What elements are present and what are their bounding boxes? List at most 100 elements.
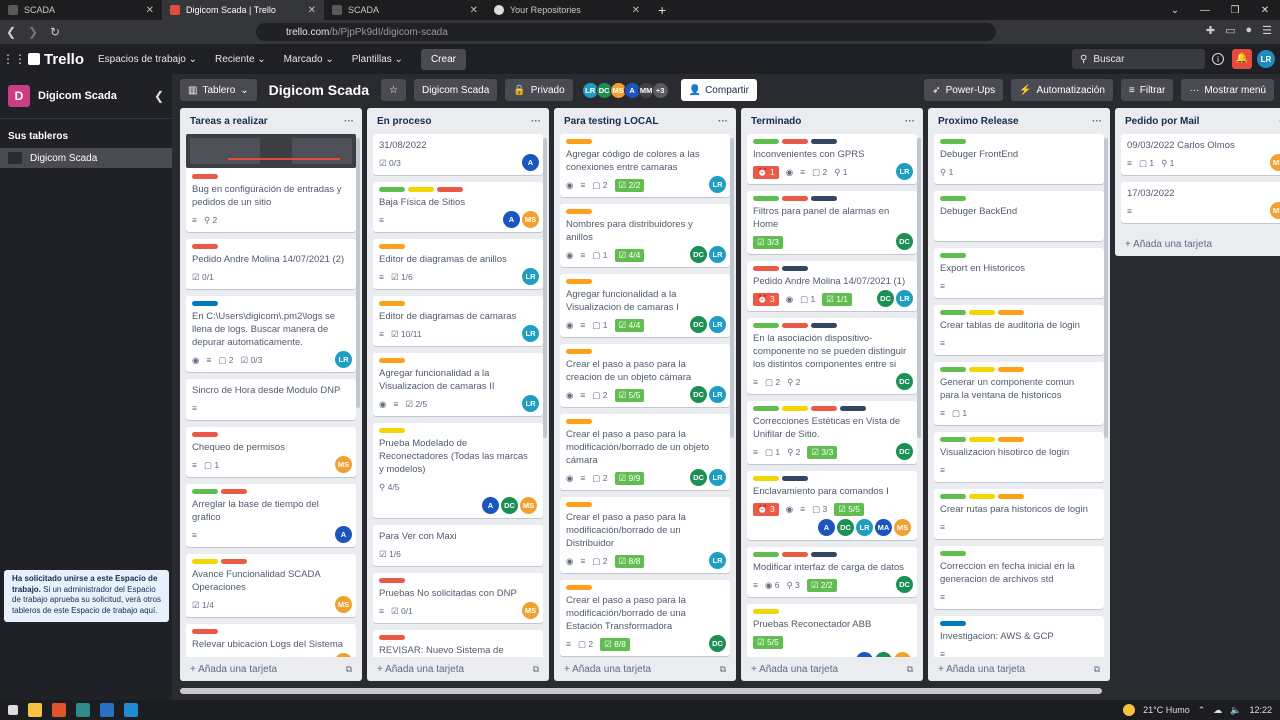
- member-avatar[interactable]: LR: [709, 552, 726, 569]
- list-scrollbar[interactable]: [1104, 138, 1108, 438]
- card-label[interactable]: [192, 489, 218, 494]
- add-card-button[interactable]: + Añada una tarjeta⧉: [1115, 232, 1280, 256]
- list-menu-icon[interactable]: ···: [1092, 116, 1102, 127]
- member-avatar[interactable]: DC: [877, 290, 894, 307]
- card[interactable]: Sincro de Hora desde Modulo DNP ≡: [186, 379, 356, 420]
- card-label[interactable]: [940, 139, 966, 144]
- card-template-icon[interactable]: ⧉: [346, 664, 352, 675]
- workspace-name[interactable]: Digicom Scada: [38, 90, 146, 102]
- card-template-icon[interactable]: ⧉: [1094, 664, 1100, 675]
- maximize-icon[interactable]: ❐: [1220, 0, 1250, 20]
- member-avatar[interactable]: MS: [522, 602, 539, 619]
- member-avatar[interactable]: MS: [1270, 154, 1280, 171]
- app-icon[interactable]: [76, 703, 90, 717]
- card-label[interactable]: [566, 279, 592, 284]
- member-avatar[interactable]: LR: [522, 325, 539, 342]
- card-label[interactable]: [969, 310, 995, 315]
- member-avatar[interactable]: LR: [709, 176, 726, 193]
- member-avatar[interactable]: LR: [335, 351, 352, 368]
- vscode-icon[interactable]: [124, 703, 138, 717]
- card-label[interactable]: [379, 635, 405, 640]
- card[interactable]: Prueba Modelado de Reconectadores (Todas…: [373, 423, 543, 518]
- card[interactable]: Inconvenientes con GPRS ⏰ 1 ◉ ≡ ▢ 2 ⚲ 1 LR: [747, 134, 917, 184]
- board-title[interactable]: Digicom Scada: [265, 82, 373, 98]
- create-button[interactable]: Crear: [420, 48, 466, 70]
- more-members-badge[interactable]: +3: [651, 81, 669, 99]
- member-avatar[interactable]: MS: [894, 519, 911, 536]
- card-label[interactable]: [940, 437, 966, 442]
- browser-tab[interactable]: SCADA ✕: [324, 0, 486, 20]
- card-label[interactable]: [379, 244, 405, 249]
- card[interactable]: Baja Física de Sitios ≡ A MS: [373, 182, 543, 232]
- card[interactable]: Relevar ubicacion Logs del Sistema ☑ 4/6 M…: [186, 624, 356, 657]
- member-avatar[interactable]: DC: [896, 373, 913, 390]
- card-template-icon[interactable]: ⧉: [907, 664, 913, 675]
- volume-icon[interactable]: 🔈: [1230, 705, 1241, 716]
- member-avatar[interactable]: LR: [709, 316, 726, 333]
- card[interactable]: Correccion en fecha inicial en la genera…: [934, 546, 1104, 609]
- browser-tab[interactable]: SCADA ✕: [0, 0, 162, 20]
- card[interactable]: Correcciones Estéticas en Vista de Unifi…: [747, 401, 917, 464]
- filter-button[interactable]: ≡ Filtrar: [1120, 79, 1174, 101]
- card-label[interactable]: [379, 428, 405, 433]
- user-avatar[interactable]: LR: [1257, 50, 1275, 68]
- member-avatar[interactable]: DC: [709, 635, 726, 652]
- sidebar-toggle-icon[interactable]: ▭: [1225, 24, 1235, 37]
- card-label[interactable]: [782, 266, 808, 271]
- card[interactable]: Enclavamiento para comandos I ⏰ 3 ◉ ≡ ▢ 3 ☑ 5…: [747, 471, 917, 540]
- powerups-button[interactable]: ➶ Power-Ups: [924, 79, 1004, 101]
- card[interactable]: Agregar funcionalidad a la Visualizacion…: [373, 353, 543, 416]
- automation-button[interactable]: ⚡ Automatización: [1011, 79, 1113, 101]
- card-label[interactable]: [192, 244, 218, 249]
- card[interactable]: Editor de diagramas de anillos ≡ ☑ 1/6 LR: [373, 239, 543, 289]
- minimize-icon[interactable]: —: [1190, 0, 1220, 20]
- brave-browser-icon[interactable]: [52, 703, 66, 717]
- show-menu-button[interactable]: ··· Mostrar menú: [1181, 79, 1274, 101]
- card-label[interactable]: [379, 187, 405, 192]
- member-avatar[interactable]: DC: [896, 443, 913, 460]
- member-avatar[interactable]: MA: [875, 519, 892, 536]
- list-header[interactable]: Para testing LOCAL ···: [554, 108, 736, 134]
- card-label[interactable]: [408, 187, 434, 192]
- card-label[interactable]: [811, 323, 837, 328]
- member-avatar[interactable]: DC: [896, 576, 913, 593]
- extension-puzzle-icon[interactable]: ✚: [1206, 24, 1215, 37]
- card-label[interactable]: [811, 196, 837, 201]
- card-label[interactable]: [811, 552, 837, 557]
- card[interactable]: Crear rutas para historicos de login ≡: [934, 489, 1104, 539]
- card-label[interactable]: [753, 552, 779, 557]
- member-avatar[interactable]: A: [856, 652, 873, 657]
- card[interactable]: Agregar código de colores a las conexion…: [560, 134, 730, 197]
- card-label[interactable]: [969, 437, 995, 442]
- card[interactable]: Pedido Andre Molina 14/07/2021 (1) ⏰ 3 ◉ ▢ …: [747, 261, 917, 311]
- card-label[interactable]: [753, 266, 779, 271]
- menu-recent[interactable]: Reciente ⌄: [215, 54, 266, 65]
- notifications-bell-icon[interactable]: 🔔: [1232, 49, 1252, 69]
- view-switcher-button[interactable]: ▥ Tablero ⌄: [180, 79, 257, 101]
- card[interactable]: Modificar interfaz de carga de datos ≡ ◉ 6…: [747, 547, 917, 597]
- member-avatar[interactable]: A: [335, 526, 352, 543]
- card-label[interactable]: [940, 551, 966, 556]
- card[interactable]: Debuger BackEnd: [934, 191, 1104, 241]
- browser-tab[interactable]: Your Repositories ✕: [486, 0, 648, 20]
- card-label[interactable]: [753, 139, 779, 144]
- card-label[interactable]: [379, 301, 405, 306]
- card-label[interactable]: [940, 621, 966, 626]
- card-label[interactable]: [437, 187, 463, 192]
- list-scrollbar[interactable]: [730, 138, 734, 438]
- privacy-button[interactable]: 🔒 Privado: [505, 79, 573, 101]
- member-avatar[interactable]: LR: [856, 519, 873, 536]
- card[interactable]: Chequeo de permisos ≡ ▢ 1 MS: [186, 427, 356, 477]
- tray-chevron-icon[interactable]: ⌃: [1198, 705, 1206, 716]
- member-avatar[interactable]: DC: [837, 519, 854, 536]
- list-title[interactable]: Tareas a realizar: [190, 116, 268, 127]
- info-icon[interactable]: i: [1212, 53, 1224, 65]
- member-avatar[interactable]: LR: [896, 163, 913, 180]
- member-avatar[interactable]: LR: [522, 268, 539, 285]
- trello-logo[interactable]: Trello: [28, 51, 84, 68]
- card-label[interactable]: [221, 559, 247, 564]
- card[interactable]: Crear el paso a paso para la creacion de…: [560, 344, 730, 407]
- member-avatar[interactable]: DC: [896, 233, 913, 250]
- card-template-icon[interactable]: ⧉: [533, 664, 539, 675]
- list-title[interactable]: Para testing LOCAL: [564, 116, 658, 127]
